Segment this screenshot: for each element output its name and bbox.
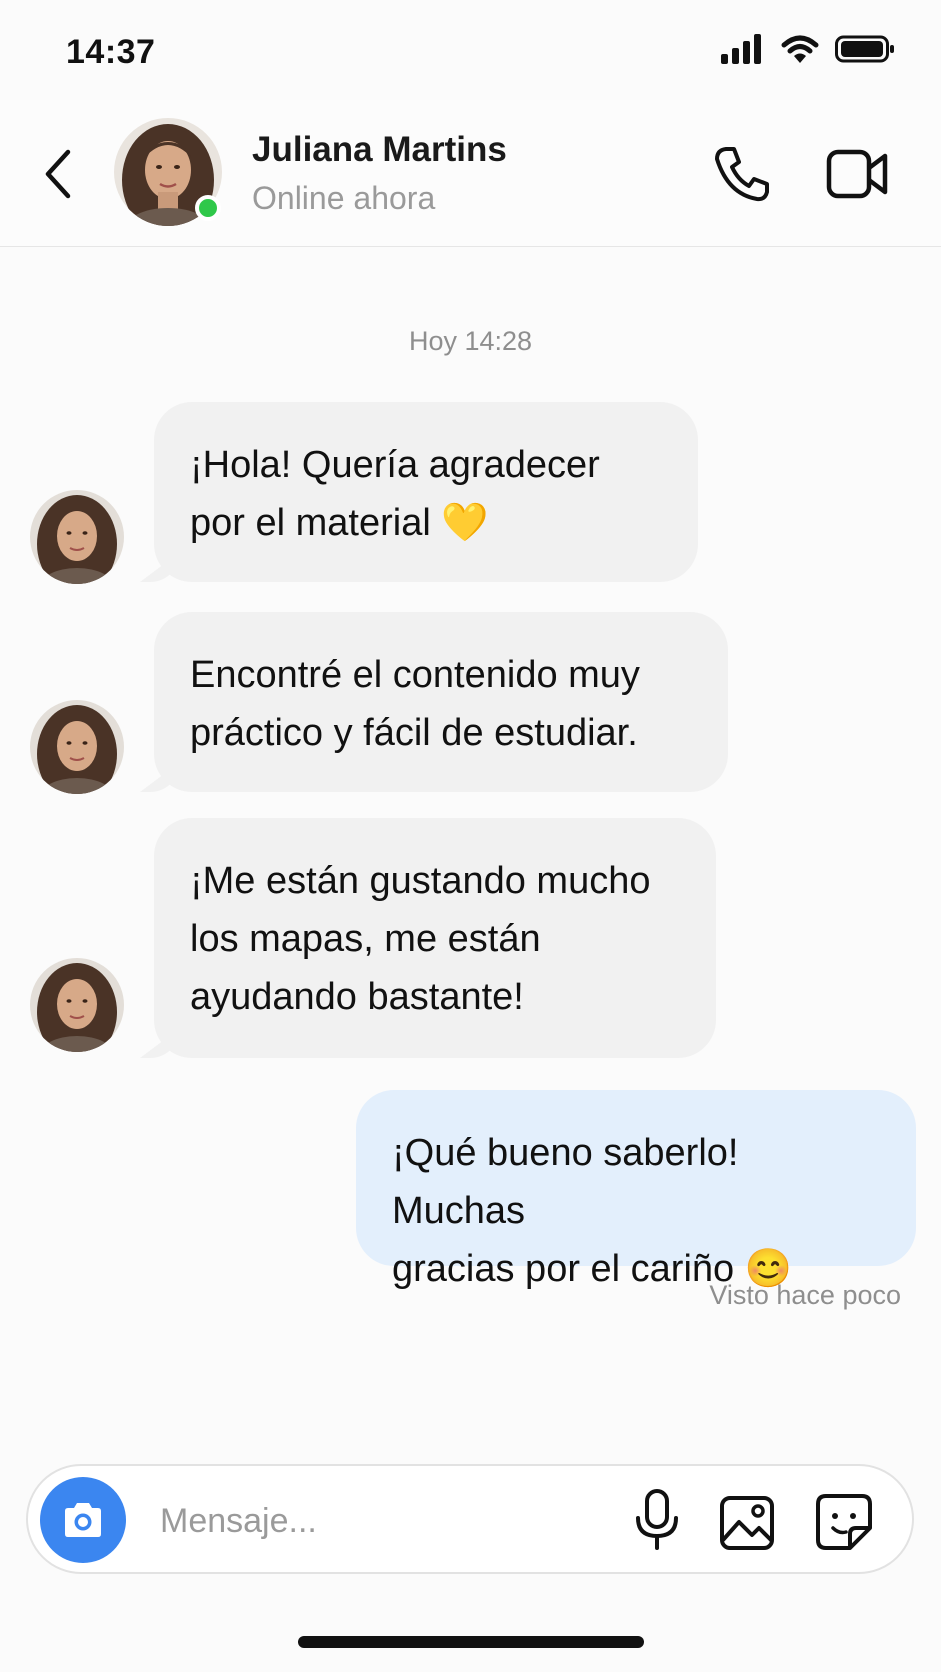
incoming-message-bubble[interactable]: ¡Hola! Quería agradecer por el material … [154, 402, 698, 582]
image-icon [720, 1496, 774, 1550]
outgoing-message-bubble[interactable]: ¡Qué bueno saberlo! Muchas gracias por e… [356, 1090, 916, 1290]
message-line: práctico y fácil de estudiar. [190, 712, 638, 754]
message-line: ¡Qué bueno saberlo! Muchas [392, 1132, 739, 1232]
camera-icon [65, 1503, 101, 1537]
sticker-icon [816, 1494, 872, 1550]
status-bar: 14:37 [0, 0, 941, 100]
phone-icon [715, 147, 769, 202]
message-avatar[interactable] [30, 490, 124, 584]
message-line: ¡Me están gustando mucho [190, 860, 651, 902]
message-line: ¡Hola! Quería agradecer [190, 444, 600, 486]
message-line: por el material 💛 [190, 502, 489, 544]
message-avatar[interactable] [30, 958, 124, 1052]
message-composer [26, 1464, 914, 1574]
camera-button[interactable] [40, 1477, 126, 1563]
status-icons [721, 34, 895, 64]
status-time: 14:37 [66, 33, 156, 71]
microphone-button[interactable] [632, 1488, 682, 1552]
incoming-message-bubble[interactable]: Encontré el contenido muy práctico y fác… [154, 612, 728, 792]
signal-icon [721, 34, 761, 64]
message-input[interactable] [158, 1492, 582, 1550]
home-indicator [298, 1636, 644, 1648]
video-call-button[interactable] [826, 146, 890, 202]
gallery-button[interactable] [718, 1494, 776, 1552]
message-avatar[interactable] [30, 700, 124, 794]
video-camera-icon [826, 149, 888, 199]
microphone-icon [636, 1489, 678, 1550]
message-line: ayudando bastante! [190, 976, 524, 1018]
contact-status: Online ahora [252, 180, 436, 216]
conversation-timestamp: Hoy 14:28 [408, 326, 533, 356]
incoming-message-bubble[interactable]: ¡Me están gustando mucho los mapas, me e… [154, 818, 716, 1058]
contact-name[interactable]: Juliana Martins [252, 130, 507, 170]
sticker-button[interactable] [814, 1492, 874, 1552]
seen-receipt: Visto hace poco [709, 1280, 901, 1310]
chevron-left-icon [45, 149, 71, 199]
message-line: los mapas, me están [190, 918, 541, 960]
chat-header: Juliana Martins Online ahora [0, 100, 941, 247]
voice-call-button[interactable] [712, 144, 770, 204]
wifi-icon [781, 35, 819, 63]
battery-icon [835, 35, 894, 63]
back-button[interactable] [38, 144, 78, 204]
message-line: Encontré el contenido muy [190, 654, 640, 696]
online-indicator [195, 195, 221, 221]
